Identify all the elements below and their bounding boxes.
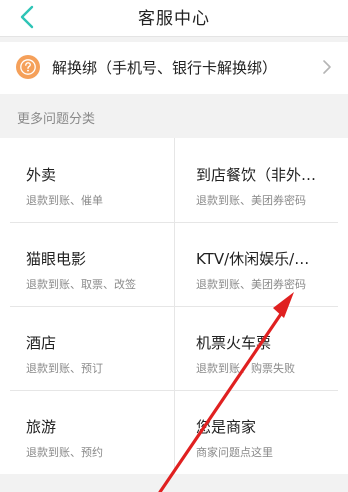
customer-service-page: 客服中心 解换绑（手机号、银行卡解换绑） 更多问题分类 外卖 退款到账、催单 到… [0, 0, 348, 492]
category-subtitle: 商家问题点这里 [196, 446, 273, 459]
category-title: 到店餐饮（非外… [196, 166, 317, 184]
help-icon [16, 55, 40, 79]
category-title: 猫眼电影 [26, 250, 87, 268]
category-merchant[interactable]: 您是商家 商家问题点这里 [174, 390, 348, 474]
category-subtitle: 退款到账、预订 [26, 362, 103, 375]
category-subtitle: 退款到账、催单 [26, 194, 103, 207]
nav-bar: 客服中心 [0, 0, 348, 37]
category-hotel[interactable]: 酒店 退款到账、预订 [0, 306, 174, 390]
unbind-entry[interactable]: 解换绑（手机号、银行卡解换绑） [0, 42, 348, 94]
category-dine-in[interactable]: 到店餐饮（非外… 退款到账、美团券密码 [174, 138, 348, 222]
category-travel[interactable]: 旅游 退款到账、预约 [0, 390, 174, 474]
category-title: 外卖 [26, 166, 57, 184]
category-grid: 外卖 退款到账、催单 到店餐饮（非外… 退款到账、美团券密码 猫眼电影 退款到账… [0, 138, 348, 474]
category-title: 机票火车票 [196, 334, 272, 352]
category-title: 旅游 [26, 418, 57, 436]
category-title: KTV/休闲娱乐/… [196, 250, 310, 268]
chevron-right-icon [323, 60, 331, 74]
category-subtitle: 退款到账、美团券密码 [196, 194, 306, 207]
category-flight-train[interactable]: 机票火车票 退款到账、购票失败 [174, 306, 348, 390]
section-label: 更多问题分类 [17, 112, 96, 127]
category-subtitle: 退款到账、美团券密码 [196, 278, 306, 291]
category-subtitle: 退款到账、购票失败 [196, 362, 295, 375]
category-maoyan-movie[interactable]: 猫眼电影 退款到账、取票、改签 [0, 222, 174, 306]
page-title: 客服中心 [138, 9, 210, 29]
category-title: 酒店 [26, 334, 57, 352]
category-takeout[interactable]: 外卖 退款到账、催单 [0, 138, 174, 222]
category-title: 您是商家 [196, 418, 257, 436]
category-subtitle: 退款到账、取票、改签 [26, 278, 136, 291]
category-subtitle: 退款到账、预约 [26, 446, 103, 459]
category-ktv-leisure[interactable]: KTV/休闲娱乐/… 退款到账、美团券密码 [174, 222, 348, 306]
unbind-label: 解换绑（手机号、银行卡解换绑） [52, 59, 278, 77]
